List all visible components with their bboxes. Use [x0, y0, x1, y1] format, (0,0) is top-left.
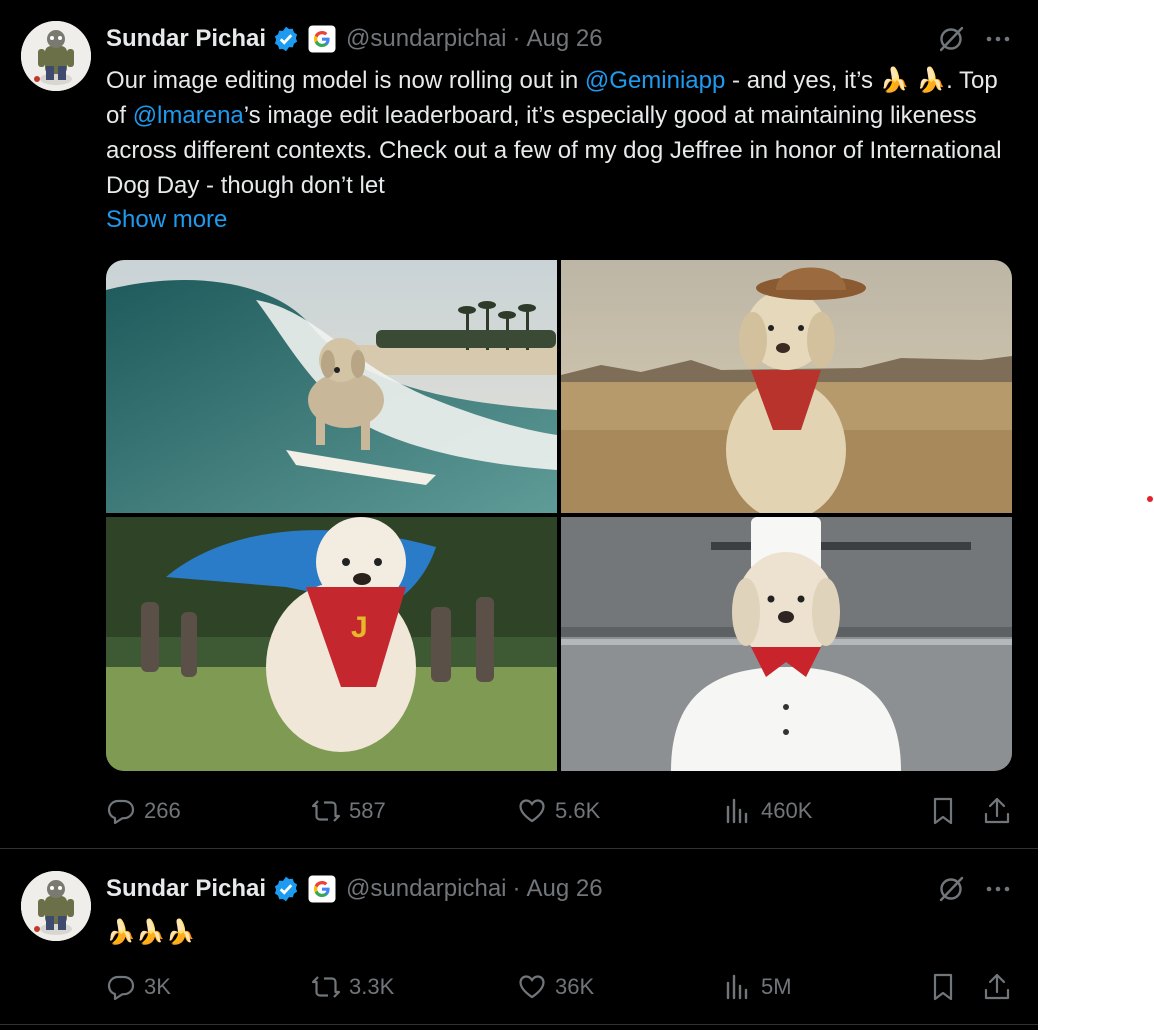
more-icon[interactable] [983, 874, 1013, 904]
reply-count: 3K [144, 974, 171, 999]
author-name[interactable]: Sundar Pichai [106, 25, 266, 53]
view-count: 460K [761, 798, 813, 823]
tweet[interactable]: Sundar Pichai @sundarpichai · Aug 26 Our… [0, 0, 1038, 848]
mention-link[interactable]: @Geminiapp [585, 67, 725, 94]
author-name[interactable]: Sundar Pichai [106, 875, 266, 903]
repost-count: 587 [349, 798, 386, 823]
timeline-feed: Sundar Pichai @sundarpichai · Aug 26 Our… [0, 0, 1038, 1030]
tweet-date[interactable]: Aug 26 [527, 25, 603, 53]
reply-icon [107, 799, 135, 825]
google-g-icon[interactable] [308, 875, 336, 903]
more-icon[interactable] [983, 24, 1013, 54]
author-handle[interactable]: @sundarpichai [346, 875, 506, 903]
tweet-date[interactable]: Aug 26 [527, 875, 603, 903]
grok-icon[interactable] [936, 874, 966, 904]
like-count: 5.6K [555, 798, 601, 823]
tweet-divider [0, 1024, 1038, 1025]
repost-button[interactable]: 587 [311, 791, 386, 831]
reply-icon [107, 975, 135, 1001]
media-image-surfing-dog[interactable] [106, 260, 557, 513]
tweet[interactable]: Sundar Pichai @sundarpichai · Aug 26 🍌🍌🍌… [0, 849, 1038, 1024]
views-button[interactable]: 460K [723, 791, 812, 831]
svg-text:J: J [351, 611, 368, 644]
author-handle[interactable]: @sundarpichai [346, 25, 506, 53]
separator: · [512, 25, 521, 52]
repost-icon [311, 800, 341, 822]
repost-button[interactable]: 3.3K [311, 967, 394, 1007]
tweet-text: Our image editing model is now rolling o… [106, 63, 1011, 203]
share-icon[interactable] [982, 796, 1012, 826]
cursor-dot [1147, 496, 1153, 502]
bookmark-icon[interactable] [928, 972, 958, 1002]
avatar[interactable] [21, 871, 91, 941]
tweet-header: Sundar Pichai @sundarpichai · Aug 26 [106, 874, 603, 904]
tweet-header: Sundar Pichai @sundarpichai · Aug 26 [106, 24, 603, 54]
like-count: 36K [555, 974, 595, 999]
avatar[interactable] [21, 21, 91, 91]
like-icon [519, 975, 545, 999]
tweet-actions: 3K 3.3K 36K 5M [106, 967, 1012, 1007]
views-icon [726, 974, 748, 1000]
media-image-chef-dog[interactable] [561, 517, 1012, 771]
reply-count: 266 [144, 798, 181, 823]
share-icon[interactable] [982, 972, 1012, 1002]
reply-button[interactable]: 266 [106, 791, 181, 831]
grok-icon[interactable] [936, 24, 966, 54]
like-button[interactable]: 5.6K [517, 791, 600, 831]
verified-badge-icon[interactable] [272, 875, 300, 903]
repost-icon [311, 976, 341, 998]
media-grid: J [106, 260, 1012, 771]
media-image-cowboy-dog[interactable] [561, 260, 1012, 513]
reply-button[interactable]: 3K [106, 967, 171, 1007]
media-image-superhero-dog[interactable]: J [106, 517, 557, 771]
like-button[interactable]: 36K [517, 967, 594, 1007]
verified-badge-icon[interactable] [272, 25, 300, 53]
google-g-icon[interactable] [308, 25, 336, 53]
views-icon [726, 798, 748, 824]
tweet-actions: 266 587 5.6K 460K [106, 791, 1012, 831]
view-count: 5M [761, 974, 792, 999]
mention-link[interactable]: @lmarena [133, 102, 244, 129]
separator: · [512, 875, 521, 902]
tweet-text-part: Our image editing model is now rolling o… [106, 67, 585, 94]
bookmark-icon[interactable] [928, 796, 958, 826]
views-button[interactable]: 5M [723, 967, 792, 1007]
repost-count: 3.3K [349, 974, 395, 999]
show-more-link[interactable]: Show more [106, 206, 227, 234]
like-icon [519, 799, 545, 823]
tweet-text: 🍌🍌🍌 [106, 919, 196, 946]
